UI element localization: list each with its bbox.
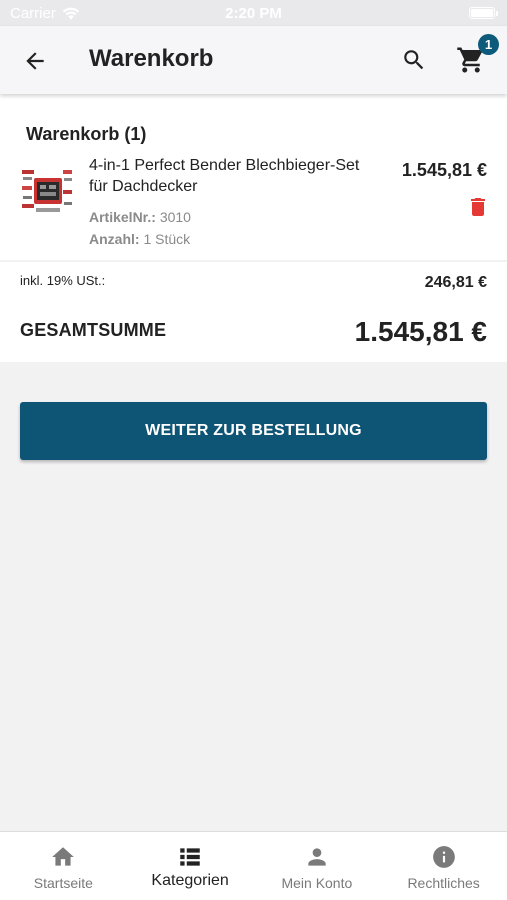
checkout-button[interactable]: WEITER ZUR BESTELLUNG — [20, 402, 487, 460]
tab-mein-konto[interactable]: Mein Konto — [254, 832, 381, 900]
list-icon — [180, 848, 200, 866]
cart-count-badge: 1 — [478, 34, 499, 55]
item-price: 1.545,81 € — [401, 160, 487, 180]
status-bar: Carrier 2:20 PM — [0, 0, 507, 26]
article-number: ArtikelNr.: 3010 — [89, 209, 191, 225]
tax-label: inkl. 19% USt.: — [20, 273, 106, 288]
delete-icon[interactable] — [466, 194, 490, 220]
tab-kategorien[interactable]: Kategorien — [127, 832, 254, 900]
total-label: GESAMTSUMME — [20, 320, 167, 340]
info-icon — [432, 846, 455, 868]
cart-card: Warenkorb (1) 4-in-1 Perfect Bender Blec… — [0, 94, 507, 260]
tab-rechtliches[interactable]: Rechtliches — [380, 832, 507, 900]
tab-label-mein-konto: Mein Konto — [281, 875, 353, 891]
product-name[interactable]: 4-in-1 Perfect Bender Blechbieger-Set fü… — [89, 155, 379, 197]
person-icon — [308, 848, 326, 866]
totals-section: inkl. 19% USt.: 246,81 € GESAMTSUMME 1.5… — [0, 262, 507, 362]
page-title: Warenkorb — [89, 45, 214, 72]
bottom-tab-bar: Startseite Kategorien Mein Konto Rechtli… — [0, 831, 507, 900]
cart-heading: Warenkorb (1) — [26, 124, 147, 144]
quantity-value: 1 Stück — [143, 231, 191, 247]
app-bar: Warenkorb 1 — [0, 26, 507, 94]
quantity-label: Anzahl: — [89, 231, 140, 247]
back-arrow-icon[interactable] — [22, 48, 48, 74]
search-icon[interactable] — [401, 47, 427, 73]
article-number-label: ArtikelNr.: — [89, 209, 156, 225]
tab-label-startseite: Startseite — [33, 875, 93, 891]
total-value: 1.545,81 € — [354, 316, 487, 347]
item-quantity: Anzahl: 1 Stück — [89, 231, 190, 247]
tab-label-kategorien: Kategorien — [151, 872, 229, 889]
tax-value: 246,81 € — [424, 274, 487, 291]
home-icon — [52, 847, 75, 866]
tab-startseite[interactable]: Startseite — [0, 832, 127, 900]
product-thumbnail[interactable] — [20, 164, 74, 218]
article-number-value: 3010 — [159, 209, 191, 225]
status-time: 2:20 PM — [225, 5, 282, 22]
battery-icon — [469, 7, 498, 19]
tab-label-rechtliches: Rechtliches — [407, 875, 480, 891]
